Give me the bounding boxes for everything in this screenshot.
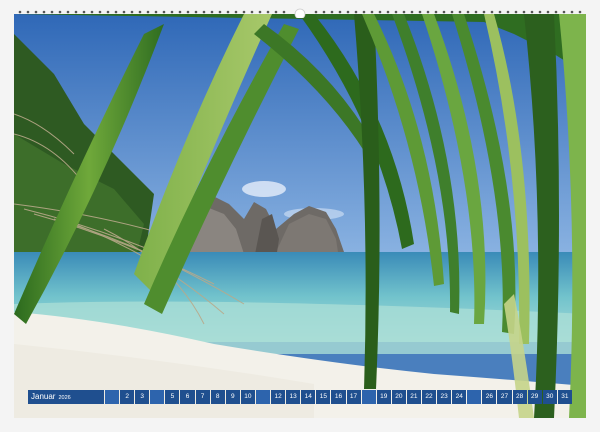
month-name: Januar — [31, 392, 56, 401]
day-cell: 22 — [421, 390, 437, 404]
spiral-binding — [14, 6, 586, 18]
day-cell: 27 — [497, 390, 512, 404]
day-cell: 16 — [331, 390, 346, 404]
day-cell: 13 — [286, 390, 301, 404]
day-cell: 24 — [452, 390, 467, 404]
day-cell: 3 — [135, 390, 150, 404]
day-cell: 17 — [346, 390, 361, 404]
year-label: 2026 — [58, 395, 71, 401]
day-cell: 12 — [271, 390, 286, 404]
day-cell: 31 — [557, 390, 572, 404]
day-cell: 14 — [301, 390, 316, 404]
day-cell: 5 — [165, 390, 180, 404]
beach-photo — [14, 14, 586, 418]
day-cell: 21 — [406, 390, 421, 404]
day-cell — [105, 390, 120, 404]
day-cell — [150, 390, 165, 404]
beach-scene — [14, 14, 586, 418]
day-cell: 30 — [542, 390, 557, 404]
calendar-sheet: Januar 2026 2 3 5 6 7 8 9 10 12 13 14 15 16 17 19 20 21 22… — [0, 0, 600, 432]
day-cell: 29 — [527, 390, 542, 404]
day-cell: 6 — [180, 390, 195, 404]
day-cell: 20 — [391, 390, 406, 404]
day-cell: 23 — [437, 390, 452, 404]
day-cell — [255, 390, 271, 404]
day-cell: 19 — [376, 390, 391, 404]
day-cell: 7 — [195, 390, 210, 404]
day-cell: 8 — [210, 390, 225, 404]
day-cell: 10 — [240, 390, 255, 404]
calendar-strip: Januar 2026 2 3 5 6 7 8 9 10 12 13 14 15 16 17 19 20 21 22… — [28, 390, 572, 404]
day-cell: 26 — [482, 390, 497, 404]
day-cell — [467, 390, 482, 404]
day-cell: 15 — [316, 390, 331, 404]
month-label: Januar 2026 — [28, 390, 104, 404]
hanger-hole — [294, 8, 306, 18]
day-cell — [361, 390, 376, 404]
day-cell: 2 — [120, 390, 135, 404]
day-cell: 28 — [512, 390, 527, 404]
day-cell: 9 — [225, 390, 240, 404]
